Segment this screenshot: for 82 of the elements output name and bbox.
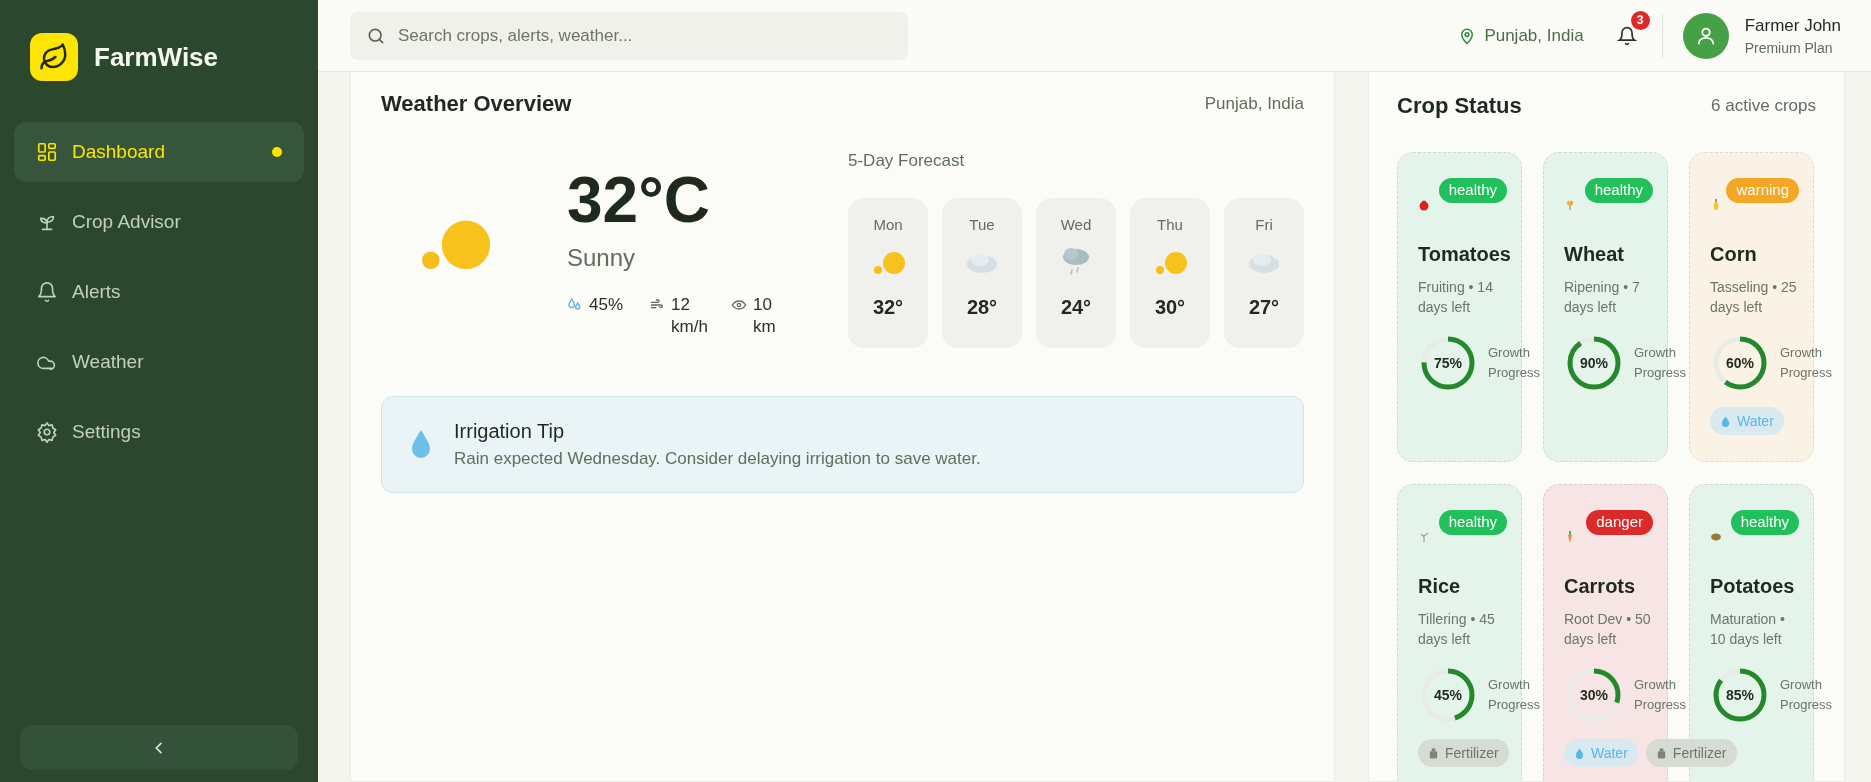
crop-stage: Fruiting • 14 days left (1418, 278, 1494, 317)
crop-count: 6 active crops (1711, 94, 1816, 117)
wheat-icon (1564, 198, 1576, 211)
progress-label: Growth Progress (1634, 676, 1687, 714)
brand-name: FarmWise (94, 40, 219, 74)
location-text: Punjab, India (1204, 92, 1304, 115)
crop-name: Rice (1418, 574, 1462, 599)
day-label: Wed (1060, 214, 1092, 235)
forecast-temp: 24° (1060, 295, 1092, 320)
nav-item[interactable]: Weather (14, 332, 304, 392)
droplets-icon (567, 297, 583, 313)
tip-text: Rain expected Wednesday. Consider delaying irrigation to save water. (454, 448, 981, 471)
nav-item[interactable]: Dashboard (14, 122, 304, 182)
stat-value: 45% (589, 294, 625, 316)
tag-chip: Fertilizer (1645, 739, 1737, 767)
tip-title: Irrigation Tip (454, 419, 566, 445)
progress-label: Growth Progress (1488, 344, 1541, 382)
user-plan: Premium Plan (1744, 38, 1834, 58)
nav-item[interactable]: Settings (14, 402, 304, 462)
stalk-icon (1418, 530, 1430, 543)
forecast-temp: 27° (1248, 295, 1280, 320)
forecast-temp: 28° (966, 295, 998, 320)
status-badge: warning (1726, 178, 1799, 203)
card-title: Crop Status (1397, 92, 1522, 120)
day-label: Mon (873, 214, 903, 235)
progress-percent: 85% (1726, 687, 1754, 703)
day-label: Fri (1255, 214, 1273, 235)
logo-icon (30, 33, 78, 81)
nav-item[interactable]: Crop Advisor (14, 192, 304, 252)
progress-percent: 45% (1434, 687, 1462, 703)
status-badge: healthy (1730, 510, 1799, 535)
progress-label: Growth Progress (1634, 344, 1687, 382)
water-drop-icon (410, 429, 432, 459)
temperature-text: 32°C (567, 168, 711, 232)
progress-label: Growth Progress (1780, 676, 1833, 714)
crop-name: Potatoes (1710, 574, 1796, 599)
bell-icon (36, 281, 58, 303)
crop-stage: Tasseling • 25 days left (1710, 278, 1798, 317)
nav-item[interactable]: Alerts (14, 262, 304, 322)
progress-percent: 30% (1580, 687, 1608, 703)
crop-stage: Maturation • 10 days left (1710, 610, 1786, 649)
search-field[interactable]: Search crops, alerts, weather... (350, 11, 908, 60)
status-badge: healthy (1438, 178, 1507, 203)
tag-chip: Fertilizer (1418, 739, 1509, 767)
day-label: Thu (1157, 214, 1183, 235)
status-badge: healthy (1438, 510, 1507, 535)
crop-stage: Root Dev • 50 days left (1564, 610, 1652, 649)
grid-icon (36, 141, 58, 163)
eye-icon (731, 297, 747, 313)
progress-percent: 75% (1434, 355, 1462, 371)
bottle-icon (1428, 746, 1439, 760)
stat-value: 12 km/h (671, 294, 709, 338)
card-title: Weather Overview (381, 90, 572, 118)
crop-name: Corn (1710, 242, 1758, 267)
tomato-icon (1418, 198, 1430, 211)
settings-icon (36, 421, 58, 443)
crop-stage: Tillering • 45 days left (1418, 610, 1496, 649)
stat-value: 10 km (753, 294, 777, 338)
crop-name: Carrots (1564, 574, 1637, 599)
forecast-temp: 32° (872, 295, 904, 320)
crop-name: Wheat (1564, 242, 1625, 267)
water-drop-icon (1720, 414, 1731, 428)
bottle-icon (1655, 746, 1667, 760)
tag-chip: Water (1564, 739, 1638, 767)
water-drop-icon (1574, 746, 1585, 760)
crop-stage: Ripening • 7 days left (1564, 278, 1641, 317)
progress-percent: 60% (1726, 355, 1754, 371)
crop-name: Tomatoes (1418, 242, 1512, 267)
progress-percent: 90% (1580, 355, 1608, 371)
forecast-temp: 30° (1154, 295, 1186, 320)
status-badge: danger (1586, 510, 1653, 535)
user-name: Farmer John (1744, 14, 1841, 37)
progress-label: Growth Progress (1488, 676, 1541, 714)
status-badge: healthy (1584, 178, 1653, 203)
forecast-title: 5-Day Forecast (848, 150, 966, 172)
condition-text: Sunny (567, 243, 637, 273)
bell-icon (1616, 25, 1637, 46)
notification-badge: 3 (1630, 10, 1650, 30)
day-label: Tue (969, 214, 995, 235)
progress-label: Growth Progress (1780, 344, 1833, 382)
tag-chip: Water (1710, 407, 1784, 435)
location-text: Punjab, India (1484, 24, 1584, 47)
